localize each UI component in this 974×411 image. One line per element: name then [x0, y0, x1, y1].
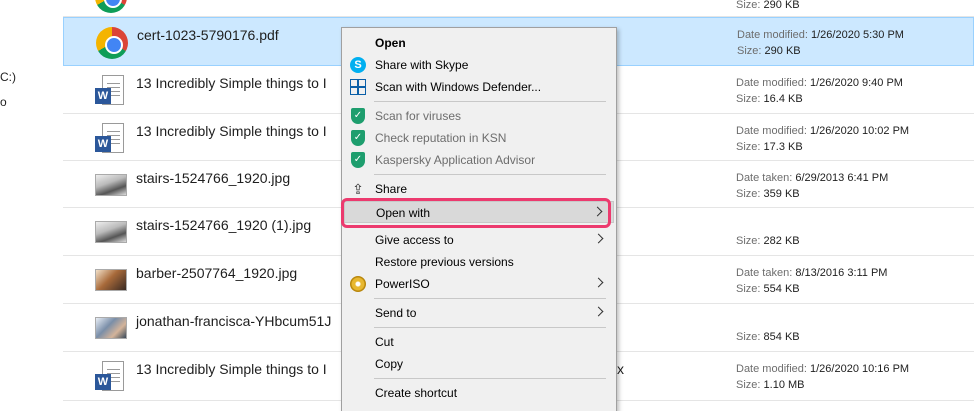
file-name-tail: x: [617, 361, 624, 377]
file-date: Date taken: 8/13/2016 3:11 PM: [736, 267, 888, 279]
file-size: Size: 290 KB: [737, 45, 801, 57]
chrome-pdf-icon: [95, 0, 127, 13]
chevron-right-icon: [593, 233, 604, 244]
file-size: Size: 16.4 KB: [736, 93, 803, 105]
file-name: barber-2507764_1920.jpg: [136, 265, 298, 281]
image-thumbnail-icon: [95, 174, 127, 196]
file-name: 13 Incredibly Simple things to I: [136, 361, 327, 377]
image-thumbnail-icon: [95, 221, 127, 243]
menu-item-give-access[interactable]: Give access to: [344, 229, 614, 251]
file-size: Size: 554 KB: [736, 283, 800, 295]
kaspersky-shield-icon: ✓: [351, 108, 365, 124]
share-icon: ⇪: [352, 181, 364, 197]
kaspersky-shield-icon: ✓: [351, 152, 365, 168]
menu-item-share-with-skype[interactable]: S Share with Skype: [344, 54, 614, 76]
menu-item-kaspersky-advisor[interactable]: ✓ Kaspersky Application Advisor: [344, 149, 614, 171]
file-size: Size: 1.10 MB: [736, 379, 805, 391]
file-size: Size: 290 KB: [736, 0, 800, 11]
file-date: Date modified: 1/26/2020 9:40 PM: [736, 77, 903, 89]
menu-item-poweriso[interactable]: PowerISO: [344, 273, 614, 295]
menu-item-cut[interactable]: Cut: [344, 331, 614, 353]
file-size: Size: 359 KB: [736, 188, 800, 200]
nav-item-fragment[interactable]: o: [0, 95, 7, 109]
menu-separator: [374, 378, 606, 379]
menu-item-check-reputation[interactable]: ✓ Check reputation in KSN: [344, 127, 614, 149]
chrome-pdf-icon: [96, 27, 128, 59]
file-name: stairs-1524766_1920 (1).jpg: [136, 217, 312, 233]
image-thumbnail-icon: [95, 269, 127, 291]
file-name: 13 Incredibly Simple things to I: [136, 75, 327, 91]
menu-separator: [374, 298, 606, 299]
menu-item-scan-defender[interactable]: Scan with Windows Defender...: [344, 76, 614, 98]
menu-separator: [374, 174, 606, 175]
skype-icon: S: [350, 57, 366, 73]
menu-separator: [374, 327, 606, 328]
word-document-icon: W: [95, 123, 127, 155]
file-size: Size: 17.3 KB: [736, 141, 803, 153]
menu-item-create-shortcut[interactable]: Create shortcut: [344, 382, 614, 404]
menu-item-open[interactable]: Open: [344, 32, 614, 54]
file-name: 13 Incredibly Simple things to I: [136, 123, 327, 139]
windows-defender-icon: [350, 79, 366, 95]
word-document-icon: W: [95, 75, 127, 107]
kaspersky-shield-icon: ✓: [351, 130, 365, 146]
file-date: Date modified: 1/26/2020 10:16 PM: [736, 363, 910, 375]
word-document-icon: W: [95, 361, 127, 393]
open-with-highlight: [341, 198, 611, 228]
poweriso-disc-icon: [350, 276, 366, 292]
menu-item-scan-viruses[interactable]: ✓ Scan for viruses: [344, 105, 614, 127]
image-thumbnail-icon: [95, 317, 127, 339]
file-date: Date modified: 1/26/2020 5:30 PM: [737, 29, 904, 41]
file-row-chrome-top[interactable]: Size: 290 KB: [63, 0, 974, 17]
file-name: jonathan-francisca-YHbcum51J: [136, 313, 332, 329]
nav-drive-label[interactable]: C:): [0, 70, 16, 84]
menu-item-send-to[interactable]: Send to: [344, 302, 614, 324]
file-date: Date modified: 1/26/2020 10:02 PM: [736, 125, 910, 137]
chevron-right-icon: [593, 306, 604, 317]
menu-separator: [374, 101, 606, 102]
file-size: Size: 854 KB: [736, 331, 800, 343]
menu-item-share[interactable]: ⇪ Share: [344, 178, 614, 200]
chevron-right-icon: [593, 277, 604, 288]
menu-item-copy[interactable]: Copy: [344, 353, 614, 375]
menu-item-restore-versions[interactable]: Restore previous versions: [344, 251, 614, 273]
file-name: cert-1023-5790176.pdf: [137, 27, 279, 43]
file-size: Size: 282 KB: [736, 235, 800, 247]
file-date: Date taken: 6/29/2013 6:41 PM: [736, 172, 889, 184]
file-name: stairs-1524766_1920.jpg: [136, 170, 291, 186]
